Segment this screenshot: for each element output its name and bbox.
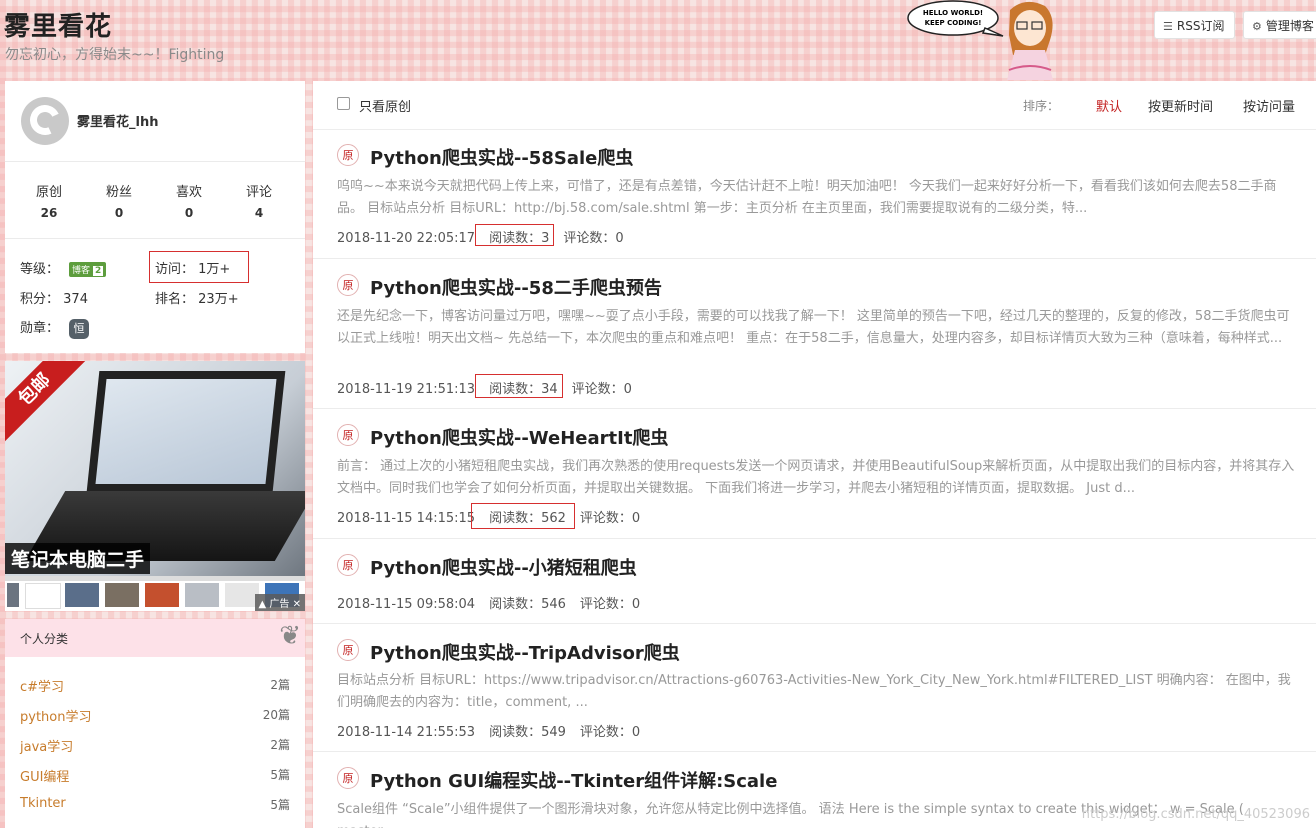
list-toolbar: 只看原创 排序： 默认 按更新时间 按访问量 bbox=[313, 81, 1316, 130]
ad-thumb[interactable] bbox=[65, 583, 99, 607]
original-badge: 原 bbox=[337, 639, 359, 661]
sort-by-visits[interactable]: 按访问量 bbox=[1243, 96, 1295, 115]
article-comments: 评论数：0 bbox=[571, 382, 632, 397]
article-date: 2018-11-14 21:55:53 bbox=[337, 725, 476, 740]
rank-row: 排名： 23万+ bbox=[155, 292, 239, 307]
watermark: https://blog.csdn.net/qq_40523096 bbox=[1081, 807, 1310, 822]
article-title[interactable]: Python爬虫实战--WeHeartIt爬虫 bbox=[370, 424, 668, 450]
article-reads: 阅读数：549 bbox=[489, 725, 566, 740]
article-title[interactable]: Python GUI编程实战--Tkinter组件详解:Scale bbox=[370, 767, 777, 793]
article-comments: 评论数：0 bbox=[563, 231, 624, 246]
article-item: 原 Python爬虫实战--TripAdvisor爬虫 目标站点分析 目标URL… bbox=[313, 624, 1316, 752]
article-date: 2018-11-15 09:58:04 bbox=[337, 597, 476, 612]
category-item[interactable]: python学习 20篇 bbox=[20, 706, 290, 725]
visits-row: 访问： 1万+ bbox=[155, 262, 231, 277]
category-title: 个人分类 bbox=[20, 632, 69, 646]
original-badge: 原 bbox=[337, 274, 359, 296]
reads-highlight-box bbox=[475, 374, 563, 398]
reads-highlight-box bbox=[471, 503, 575, 529]
article-item: 原 Python爬虫实战--小猪短租爬虫 2018-11-15 09:58:04… bbox=[313, 539, 1316, 624]
rss-icon: ☰ bbox=[1163, 20, 1173, 33]
close-icon[interactable]: ✕ bbox=[293, 599, 301, 610]
article-reads: 阅读数：546 bbox=[489, 597, 566, 612]
article-summary[interactable]: 呜呜~~本来说今天就把代码上传上来，可惜了，还是有点差错，今天估计赶不上啦！明天… bbox=[337, 176, 1297, 220]
site-title[interactable]: 雾里看花 bbox=[4, 6, 112, 43]
article-summary[interactable]: 前言： 通过上次的小猪短租爬虫实战，我们再次熟悉的使用requests发送一个网… bbox=[337, 456, 1297, 500]
points-row: 积分： 374 bbox=[20, 292, 88, 307]
bow-icon: ❦ bbox=[279, 621, 301, 651]
username[interactable]: 雾里看花_lhh bbox=[77, 111, 158, 130]
article-summary[interactable]: 还是先纪念一下，博客访问量过万吧，嘿嘿~~耍了点小手段，需要的可以找我了解一下！… bbox=[337, 306, 1297, 350]
ad-thumb[interactable] bbox=[105, 583, 139, 607]
site-header: 雾里看花 勿忘初心，方得始末~~！Fighting HELLO WORLD! K… bbox=[0, 0, 1316, 80]
ad-icon: ▲ bbox=[258, 599, 267, 610]
level-badge[interactable]: 博客 2 bbox=[69, 262, 107, 277]
level-row: 等级： 博客 2 bbox=[20, 258, 107, 277]
only-original-checkbox[interactable] bbox=[337, 97, 350, 110]
stat-comments: 评论 4 bbox=[245, 185, 272, 220]
ad-thumb[interactable] bbox=[185, 583, 219, 607]
article-date: 2018-11-20 22:05:17 bbox=[337, 231, 476, 246]
article-date: 2018-11-19 21:51:13 bbox=[337, 382, 476, 397]
medal-row: 勋章：恒 bbox=[20, 317, 90, 339]
reads-highlight-box bbox=[475, 224, 554, 246]
article-item: 原 Python爬虫实战--WeHeartIt爬虫 前言： 通过上次的小猪短租爬… bbox=[313, 409, 1316, 539]
article-title[interactable]: Python爬虫实战--小猪短租爬虫 bbox=[370, 554, 637, 580]
article-meta: 2018-11-15 09:58:04 阅读数：546 评论数：0 bbox=[337, 593, 654, 612]
gear-icon: ⚙ bbox=[1252, 20, 1262, 33]
ad-label[interactable]: ▲ 广告 ✕ bbox=[254, 594, 305, 611]
mascot-text-1: HELLO WORLD! bbox=[923, 9, 983, 17]
stat-likes: 喜欢 0 bbox=[175, 185, 202, 220]
article-title[interactable]: Python爬虫实战--58Sale爬虫 bbox=[370, 144, 633, 170]
sort-label: 排序： bbox=[1023, 99, 1060, 113]
mascot-illustration: HELLO WORLD! KEEP CODING! bbox=[907, 0, 1053, 80]
manage-blog-button[interactable]: ⚙ 管理博客 bbox=[1243, 11, 1316, 39]
original-badge: 原 bbox=[337, 767, 359, 789]
category-item[interactable]: c#学习 2篇 bbox=[20, 676, 290, 695]
article-item: 原 Python爬虫实战--58Sale爬虫 呜呜~~本来说今天就把代码上传上来… bbox=[313, 130, 1316, 259]
original-badge: 原 bbox=[337, 424, 359, 446]
category-item[interactable]: GUI编程 5篇 bbox=[20, 766, 290, 785]
stat-original: 原创 26 bbox=[35, 185, 62, 220]
original-badge: 原 bbox=[337, 144, 359, 166]
profile-card: 雾里看花_lhh 原创 26 粉丝 0 喜欢 0 评论 4 等级： 博客 2 访问：… bbox=[5, 81, 305, 353]
category-item[interactable]: Tkinter 5篇 bbox=[20, 796, 290, 812]
category-panel: 个人分类 ❦ c#学习 2篇 python学习 20篇 java学习 2篇 GUI编程… bbox=[5, 619, 305, 828]
article-comments: 评论数：0 bbox=[579, 511, 641, 526]
article-list: 只看原创 排序： 默认 按更新时间 按访问量 原 Python爬虫实战--58S… bbox=[313, 81, 1316, 828]
stat-fans: 粉丝 0 bbox=[105, 185, 132, 220]
article-comments: 评论数：0 bbox=[579, 597, 641, 612]
article-title[interactable]: Python爬虫实战--TripAdvisor爬虫 bbox=[370, 639, 680, 665]
sort-default[interactable]: 默认 bbox=[1096, 96, 1122, 115]
medal-icon[interactable]: 恒 bbox=[69, 318, 90, 339]
ad-caption: 笔记本电脑二手 bbox=[5, 543, 151, 574]
article-comments: 评论数：0 bbox=[579, 725, 641, 740]
rss-subscribe-button[interactable]: ☰ RSS订阅 bbox=[1154, 11, 1235, 39]
article-summary[interactable]: 目标站点分析 目标URL：https://www.tripadvisor.cn/… bbox=[337, 670, 1297, 714]
avatar[interactable] bbox=[21, 97, 69, 145]
site-subtitle: 勿忘初心，方得始末~~！Fighting bbox=[5, 47, 225, 63]
ad-thumb[interactable] bbox=[7, 583, 19, 607]
original-badge: 原 bbox=[337, 554, 359, 576]
article-date: 2018-11-15 14:15:15 bbox=[337, 511, 476, 526]
sort-by-update[interactable]: 按更新时间 bbox=[1148, 96, 1213, 115]
only-original-label[interactable]: 只看原创 bbox=[359, 96, 411, 115]
category-header: 个人分类 ❦ bbox=[5, 619, 305, 657]
ad-thumb[interactable] bbox=[145, 583, 179, 607]
article-item: 原 Python爬虫实战--58二手爬虫预告 还是先纪念一下，博客访问量过万吧，… bbox=[313, 259, 1316, 409]
mascot-text-2: KEEP CODING! bbox=[925, 19, 982, 27]
article-meta: 2018-11-14 21:55:53 阅读数：549 评论数：0 bbox=[337, 721, 654, 740]
ad-thumb[interactable] bbox=[25, 583, 61, 609]
category-item[interactable]: java学习 2篇 bbox=[20, 736, 290, 755]
ad-banner[interactable]: 包邮 笔记本电脑二手 ▲ 广告 ✕ bbox=[5, 361, 305, 611]
article-title[interactable]: Python爬虫实战--58二手爬虫预告 bbox=[370, 274, 662, 300]
